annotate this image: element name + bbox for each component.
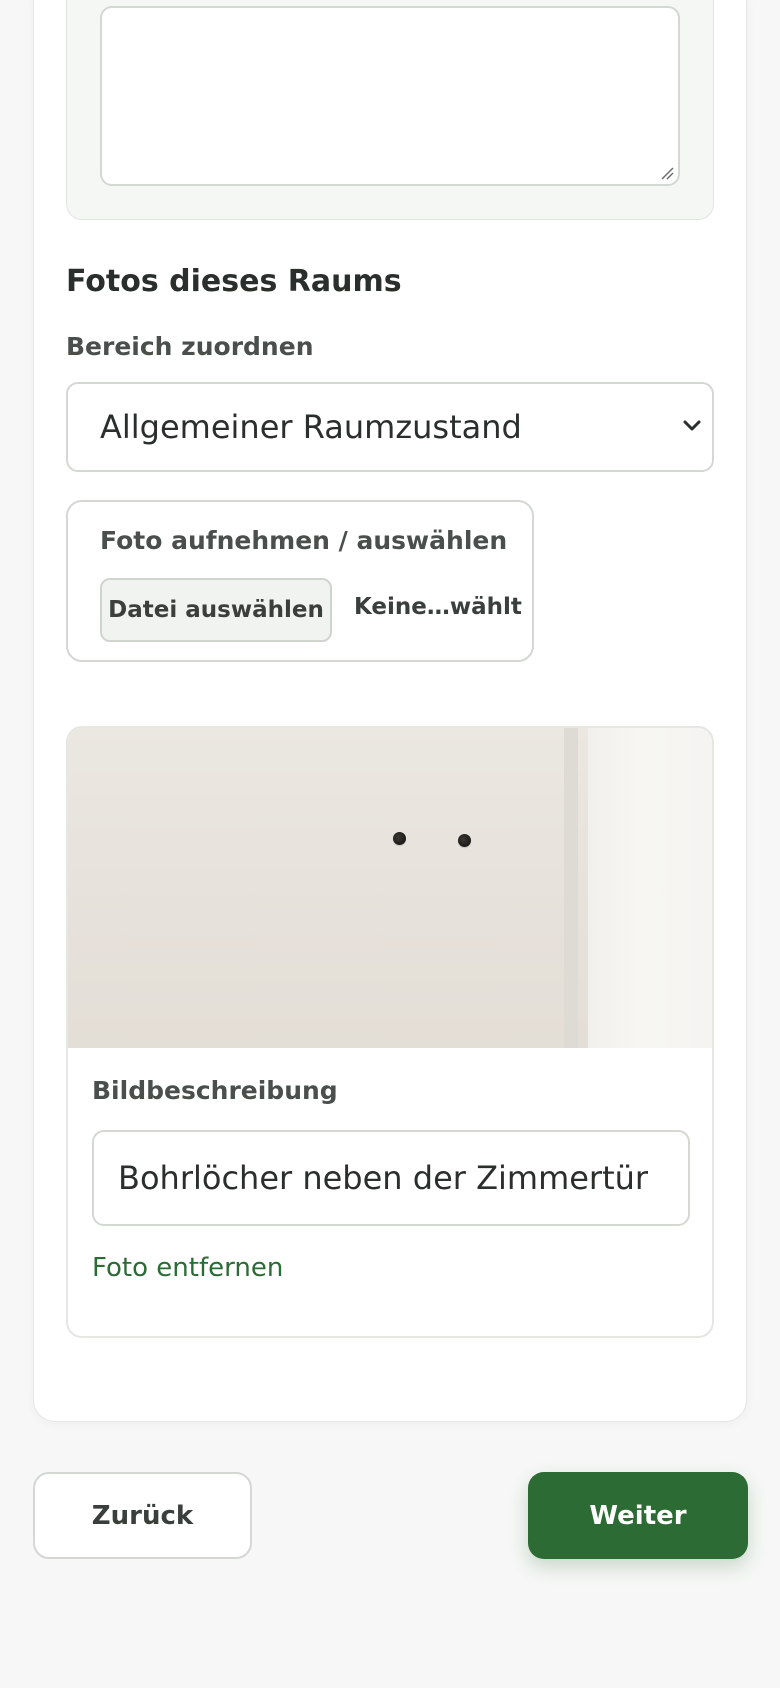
photo-upload-box: Foto aufnehmen / auswählen Datei auswähl… xyxy=(66,500,534,662)
door xyxy=(588,728,712,1048)
resize-grip-icon[interactable] xyxy=(660,166,674,180)
chevron-down-icon xyxy=(683,420,701,431)
remove-photo-link[interactable]: Foto entfernen xyxy=(92,1250,283,1286)
photo-description-input[interactable]: Bohrlöcher neben der Zimmertür xyxy=(92,1130,690,1226)
notes-textarea[interactable] xyxy=(100,6,680,186)
next-button[interactable]: Weiter xyxy=(528,1472,748,1559)
upload-label: Foto aufnehmen / auswählen xyxy=(100,526,508,555)
photos-section-title: Fotos dieses Raums xyxy=(66,264,402,299)
back-button[interactable]: Zurück xyxy=(33,1472,252,1559)
area-label: Bereich zuordnen xyxy=(66,332,314,361)
door-frame xyxy=(564,728,578,1048)
area-select-value: Allgemeiner Raumzustand xyxy=(100,408,522,446)
area-select[interactable]: Allgemeiner Raumzustand xyxy=(66,382,714,472)
file-status-text: Keine…wählt xyxy=(354,594,522,620)
photo-card: Bildbeschreibung Bohrlöcher neben der Zi… xyxy=(66,726,714,1338)
drill-hole xyxy=(393,832,406,845)
drill-hole xyxy=(458,834,471,847)
choose-file-button[interactable]: Datei auswählen xyxy=(100,578,332,642)
photo-description-label: Bildbeschreibung xyxy=(92,1076,338,1105)
photo-preview xyxy=(68,728,712,1048)
